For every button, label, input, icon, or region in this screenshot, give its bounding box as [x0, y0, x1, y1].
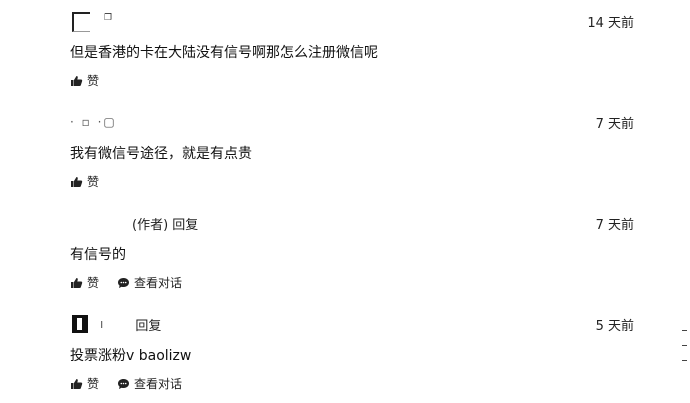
comment-header: ❐	[70, 10, 112, 32]
like-button[interactable]: 赞	[70, 72, 99, 89]
view-conversation-button[interactable]: 查看对话	[117, 375, 182, 392]
comment-text: 有信号的	[70, 247, 126, 263]
view-conversation-button[interactable]: 查看对话	[117, 274, 182, 291]
like-label: 赞	[87, 74, 100, 88]
like-button[interactable]: 赞	[70, 274, 99, 291]
like-button[interactable]: 赞	[70, 375, 99, 392]
like-label: 赞	[87, 377, 100, 391]
comment-text: 我有微信号途径，就是有点贵	[70, 146, 252, 162]
comment-item: (作者) 回复 7 天前 有信号的 赞 查看对话	[0, 202, 690, 302]
comment-actions: 赞	[70, 72, 117, 89]
comment-time: 14 天前	[587, 16, 634, 31]
chat-bubble-icon	[118, 277, 130, 288]
comment-header: · ▫ ·▢	[70, 111, 117, 133]
like-button[interactable]: 赞	[70, 173, 99, 190]
comment-text: 投票涨粉v baolizw	[70, 348, 192, 364]
comment-actions: 赞 查看对话	[70, 274, 200, 291]
like-label: 赞	[87, 175, 100, 189]
thumbs-up-icon	[71, 176, 83, 187]
thumbs-up-icon	[71, 277, 83, 288]
reply-role: 回复	[135, 318, 162, 334]
chat-bubble-icon	[118, 378, 130, 389]
conversation-label: 查看对话	[134, 377, 183, 391]
comment-header: ı 回复	[70, 313, 161, 335]
user-name-faint: ı	[100, 317, 106, 331]
comment-actions: 赞 查看对话	[70, 375, 200, 392]
comment-item: ❐ 14 天前 但是香港的卡在大陆没有信号啊那怎么注册微信呢 赞	[0, 0, 690, 100]
comment-actions: 赞	[70, 173, 117, 190]
like-label: 赞	[87, 276, 100, 290]
avatar[interactable]	[70, 314, 92, 334]
thumbs-up-icon	[71, 75, 83, 86]
user-badge-icon: ❐	[104, 13, 113, 23]
comment-header: (作者) 回复	[130, 212, 198, 234]
thumbs-up-icon	[71, 378, 83, 389]
comment-time: 7 天前	[595, 218, 634, 233]
reply-role: (作者) 回复	[132, 217, 199, 233]
comment-text: 但是香港的卡在大陆没有信号啊那怎么注册微信呢	[70, 45, 378, 61]
conversation-label: 查看对话	[134, 276, 183, 290]
comment-time: 7 天前	[595, 117, 634, 132]
comment-time: 5 天前	[595, 319, 634, 334]
comment-item: ı 回复 5 天前 投票涨粉v baolizw 赞 查看对话	[0, 303, 690, 403]
scroll-edge-marks	[682, 330, 688, 390]
user-name-faint: · ▫ ·▢	[70, 115, 117, 129]
comment-item: · ▫ ·▢ 7 天前 我有微信号途径，就是有点贵 赞	[0, 101, 690, 201]
avatar[interactable]	[70, 11, 92, 32]
